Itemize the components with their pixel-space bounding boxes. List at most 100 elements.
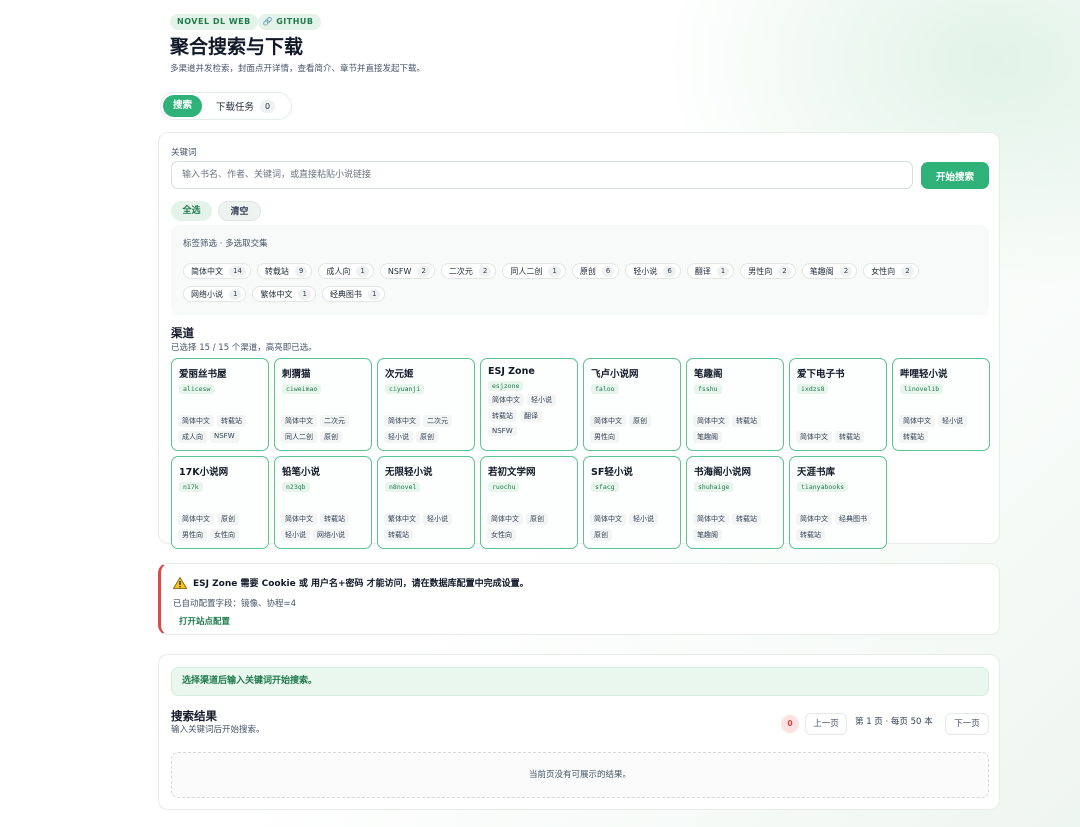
github-link[interactable]: 🔗 GITHUB [257, 14, 321, 30]
tag-chip-count: 9 [294, 265, 308, 277]
tag-chip[interactable]: 原创 6 [571, 263, 620, 279]
channel-tag: 简体中文 [488, 394, 524, 406]
tag-chip[interactable]: 同人二创 1 [502, 263, 566, 279]
channel-id-row: esjzone [488, 377, 570, 391]
tab-search[interactable]: 搜索 [163, 95, 203, 117]
channel-name: 无限轻小说 [385, 467, 433, 478]
tag-chip[interactable]: 网络小说 1 [183, 286, 247, 302]
channel-tag: 转载站 [217, 415, 246, 427]
channel-tag: 简体中文 [281, 415, 317, 427]
channel-card[interactable]: 天涯书库 tianyabooks 简体中文 经典图书 转载站 [789, 456, 887, 549]
tag-chip-count: 1 [356, 265, 369, 277]
results-count-badge: 0 [781, 715, 799, 733]
tag-chip-label: 轻小说 [633, 266, 658, 276]
tag-chip[interactable]: 二次元 2 [440, 263, 497, 279]
open-site-config-link[interactable]: 打开站点配置 [179, 615, 230, 627]
tab-downloads-label: 下载任务 [216, 102, 255, 113]
channel-tag: 女性向 [487, 529, 516, 541]
tag-chip[interactable]: 经典图书 1 [321, 286, 386, 302]
tag-chip-count: 1 [716, 265, 730, 277]
search-input[interactable] [171, 161, 913, 189]
channel-name: 书海阁小说网 [694, 467, 752, 478]
channel-grid: 爱丽丝书屋 alicesw 简体中文 转载站 成人向 NSFW 刺猬猫 ciweimao 简体中… [171, 358, 990, 549]
tag-chip[interactable]: 男性向 2 [740, 263, 796, 279]
select-all-button[interactable]: 全选 [171, 201, 212, 221]
channel-card[interactable]: 哔哩轻小说 linovelib 简体中文 轻小说 转载站 [892, 358, 990, 451]
link-icon: 🔗 [262, 17, 274, 26]
tag-chip[interactable]: 女性向 2 [863, 263, 919, 279]
tag-chip-count: 1 [298, 288, 311, 300]
channel-id-row: shuhaige [694, 478, 776, 492]
tag-chip[interactable]: 转载站 9 [256, 263, 313, 279]
channel-card[interactable]: 17K小说网 n17k 简体中文 原创 男性向 女性向 [171, 456, 269, 549]
next-page-button[interactable]: 下一页 [945, 713, 989, 735]
channel-tag: 成人向 [178, 431, 207, 443]
tag-chip-label: 同人二创 [510, 266, 543, 276]
channel-tag: 繁体中文 [384, 513, 420, 525]
results-panel: 选择渠道后输入关键词开始搜索。 搜索结果 输入关键词后开始搜索。 0 上一页 第… [158, 654, 1000, 810]
tag-chip-count: 2 [839, 265, 853, 277]
channel-tag: 轻小说 [938, 415, 967, 427]
channel-tag: 转载站 [899, 431, 928, 443]
channel-tags: 简体中文 转载站 轻小说 网络小说 [281, 513, 367, 541]
channel-card[interactable]: 次元姬 ciyuanji 简体中文 二次元 轻小说 原创 [377, 358, 475, 451]
channel-tag: 转载站 [732, 415, 761, 427]
channel-card[interactable]: ESJ Zone esjzone 简体中文 轻小说 转载站 翻译 NSFW [480, 358, 578, 451]
channel-tag: 转载站 [835, 431, 864, 443]
tag-chip-label: 经典图书 [329, 289, 362, 299]
channel-tag: 轻小说 [527, 394, 556, 406]
channel-id-row: n23qb [282, 478, 364, 492]
tag-chip[interactable]: 繁体中文 1 [252, 286, 316, 302]
channel-id-row: alicesw [179, 380, 261, 394]
tag-chip[interactable]: NSFW 2 [379, 263, 435, 279]
channel-card[interactable]: 刺猬猫 ciweimao 简体中文 二次元 同人二创 原创 [274, 358, 372, 451]
channel-id-row: ciyuanji [385, 380, 467, 394]
channel-card[interactable]: 若初文学网 ruochu 简体中文 原创 女性向 [480, 456, 578, 549]
channel-card[interactable]: 爱丽丝书屋 alicesw 简体中文 转载站 成人向 NSFW [171, 358, 269, 451]
channel-id: n23qb [282, 482, 310, 492]
channel-tags: 简体中文 原创 男性向 [590, 415, 676, 443]
tag-chip[interactable]: 成人向 1 [318, 263, 374, 279]
header-badges: NOVEL DL WEB 🔗 GITHUB [170, 14, 321, 30]
channel-tag: NSFW [488, 426, 517, 436]
tag-chip[interactable]: 轻小说 6 [625, 263, 681, 279]
channel-tag: 转载站 [796, 529, 825, 541]
page-subtitle: 多渠道并发检索，封面点开详情，查看简介、章节并直接发起下载。 [170, 64, 426, 74]
channel-id: alicesw [179, 384, 215, 394]
channel-tag: 原创 [416, 431, 438, 443]
channel-name: 爱下电子书 [797, 369, 845, 380]
page-title: 聚合搜索与下载 [170, 36, 304, 58]
tag-chip[interactable]: 笔趣阁 2 [801, 263, 858, 279]
tab-downloads[interactable]: 下载任务 0 [202, 99, 283, 113]
channel-tags: 简体中文 原创 女性向 [487, 513, 573, 541]
results-title: 搜索结果 [171, 709, 217, 723]
channel-card[interactable]: 书海阁小说网 shuhaige 简体中文 转载站 笔趣阁 [686, 456, 784, 549]
channel-tag: 转载站 [732, 513, 761, 525]
channel-card[interactable]: 飞卢小说网 faloo 简体中文 原创 男性向 [583, 358, 681, 451]
tag-chip[interactable]: 简体中文 14 [183, 263, 251, 279]
channel-id: ciweimao [282, 384, 322, 394]
channel-id-row: faloo [591, 380, 673, 394]
prev-page-button[interactable]: 上一页 [805, 713, 847, 735]
channel-card[interactable]: 铅笔小说 n23qb 简体中文 转载站 轻小说 网络小说 [274, 456, 372, 549]
channel-id: fsshu [694, 384, 722, 394]
tag-chip-label: 简体中文 [191, 266, 223, 276]
channel-card[interactable]: 无限轻小说 n8novel 繁体中文 轻小说 转载站 [377, 456, 475, 549]
channel-card[interactable]: 笔趣阁 fsshu 简体中文 转载站 笔趣阁 [686, 358, 784, 451]
channel-id-row: linovelib [900, 380, 982, 394]
channel-tag: 转载站 [488, 410, 517, 422]
start-search-button[interactable]: 开始搜索 [921, 162, 989, 189]
channel-tags: 简体中文 转载站 笔趣阁 [693, 513, 779, 541]
channel-card[interactable]: 爱下电子书 ixdzs8 简体中文 转载站 [789, 358, 887, 451]
channel-tag: 男性向 [178, 529, 207, 541]
channel-tag: 简体中文 [899, 415, 935, 427]
tag-chip-label: 女性向 [871, 266, 896, 276]
tag-filter-panel: 标签筛选 · 多选取交集 简体中文 14 转载站 9 成人向 1 NSFW 2 二次元 2 同人二创… [171, 225, 989, 315]
channel-tag: 简体中文 [590, 513, 626, 525]
channel-card[interactable]: SF轻小说 sfacg 简体中文 轻小说 原创 [583, 456, 681, 549]
channel-name: 天涯书库 [797, 467, 836, 478]
channel-tag: 轻小说 [629, 513, 658, 525]
tag-chip[interactable]: 翻译 1 [686, 263, 735, 279]
clear-button[interactable]: 清空 [218, 201, 261, 221]
channel-name: 笔趣阁 [694, 369, 723, 380]
